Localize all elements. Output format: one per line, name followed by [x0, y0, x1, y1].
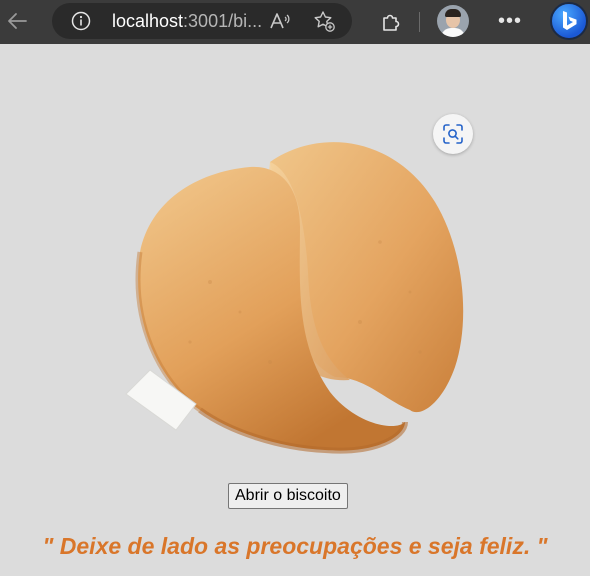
fortune-cookie-image	[120, 132, 480, 462]
bing-icon[interactable]	[550, 2, 588, 40]
visual-search-icon[interactable]	[433, 114, 473, 154]
address-bar[interactable]: localhost:3001/bi...	[52, 3, 352, 39]
back-arrow-icon[interactable]	[4, 8, 30, 34]
extensions-icon[interactable]	[378, 9, 404, 35]
read-aloud-icon[interactable]	[268, 10, 292, 32]
url-path: :3001/bi...	[183, 11, 263, 31]
info-icon[interactable]	[70, 10, 92, 32]
open-cookie-button[interactable]: Abrir o biscoito	[228, 483, 348, 509]
browser-toolbar: localhost:3001/bi... •••	[0, 0, 590, 44]
add-favorite-icon[interactable]	[312, 9, 336, 33]
fortune-message: " Deixe de lado as preocupações e seja f…	[42, 533, 548, 559]
more-icon[interactable]: •••	[497, 10, 523, 32]
profile-avatar[interactable]	[437, 5, 469, 37]
toolbar-divider	[419, 12, 420, 32]
url-text[interactable]: localhost:3001/bi...	[112, 11, 262, 32]
url-host: localhost	[112, 11, 184, 31]
